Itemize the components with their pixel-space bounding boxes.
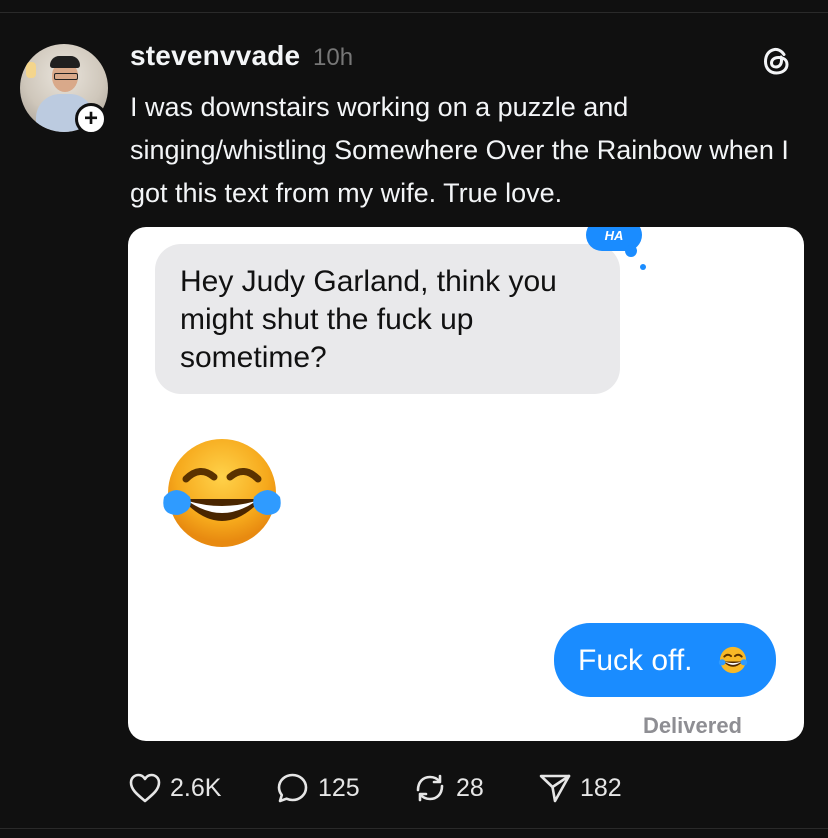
heart-icon <box>129 773 161 803</box>
avatar-background-lamp <box>26 62 36 78</box>
reply-button[interactable]: 125 <box>276 772 360 804</box>
attached-image[interactable]: Hey Judy Garland, think you might shut t… <box>128 227 804 741</box>
avatar-glasses <box>54 73 78 80</box>
tapback-tail-dot-small <box>640 264 646 270</box>
reply-count: 125 <box>318 773 360 802</box>
repost-count: 28 <box>456 773 484 802</box>
share-button[interactable]: 182 <box>538 772 622 804</box>
tapback-label: HA <box>604 227 624 243</box>
username[interactable]: stevenvvade <box>130 40 300 72</box>
like-button[interactable]: 2.6K <box>128 772 221 804</box>
post-text: I was downstairs working on a puzzle and… <box>130 92 789 208</box>
follow-button[interactable]: + <box>75 103 107 135</box>
outgoing-message-text: Fuck off. <box>578 644 693 677</box>
top-divider <box>0 12 828 13</box>
repost-icon <box>416 774 444 802</box>
paper-plane-icon <box>539 774 571 803</box>
bottom-divider <box>0 828 828 829</box>
tapback-tail-dot <box>625 245 637 257</box>
face-with-tears-of-joy-small-icon <box>718 646 748 674</box>
repost-button[interactable]: 28 <box>412 772 484 804</box>
threads-logo-icon <box>763 47 789 75</box>
incoming-message-text: Hey Judy Garland, think you might shut t… <box>180 265 557 374</box>
avatar-cap <box>50 56 80 68</box>
face-with-tears-of-joy-icon <box>163 439 281 547</box>
share-count: 182 <box>580 773 622 802</box>
delivery-status: Delivered <box>642 713 742 738</box>
like-count: 2.6K <box>170 773 222 802</box>
post-timestamp: 10h <box>313 44 354 71</box>
plus-icon: + <box>83 105 98 132</box>
speech-bubble-icon <box>277 773 308 803</box>
